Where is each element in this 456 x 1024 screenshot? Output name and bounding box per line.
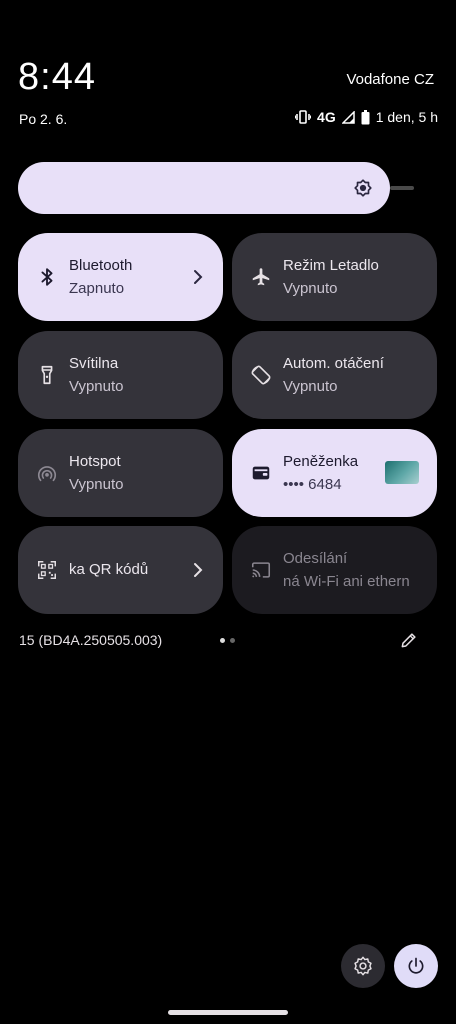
tile-title: Svítilna xyxy=(69,355,119,372)
brightness-icon xyxy=(354,179,372,197)
tile-qr-scanner[interactable]: ka QR kódů xyxy=(18,526,223,614)
status-icons: 4G 1 den, 5 h xyxy=(295,109,438,125)
clock[interactable]: 8:44 xyxy=(18,56,96,99)
tile-title: Autom. otáčení xyxy=(283,355,384,372)
quick-settings-panel: 8:44 Vodafone CZ Po 2. 6. 4G 1 den, 5 h xyxy=(0,0,456,1024)
brightness-track-fill[interactable] xyxy=(18,162,390,214)
tile-auto-rotate[interactable]: Autom. otáčení Vypnuto xyxy=(232,331,437,419)
tile-title: Režim Letadlo xyxy=(283,257,379,274)
battery-icon xyxy=(361,109,370,124)
brightness-track-rest[interactable] xyxy=(390,186,414,190)
build-number[interactable]: 15 (BD4A.250505.003) xyxy=(19,632,162,648)
home-gesture-bar[interactable] xyxy=(168,1010,288,1015)
airplane-icon xyxy=(252,268,270,286)
page-indicator xyxy=(220,638,235,643)
tile-title: ka QR kódů xyxy=(69,561,149,578)
chevron-right-icon[interactable] xyxy=(191,268,205,286)
wallet-icon xyxy=(252,466,270,480)
gear-icon xyxy=(354,956,372,976)
network-type: 4G xyxy=(317,109,336,125)
tile-title: Bluetooth xyxy=(69,257,133,274)
payment-card-image xyxy=(385,461,419,484)
settings-button[interactable] xyxy=(341,944,385,988)
qr-code-icon xyxy=(38,561,56,579)
tile-bluetooth[interactable]: Bluetooth Zapnuto xyxy=(18,233,223,321)
power-icon xyxy=(408,957,424,974)
page-dot-active xyxy=(220,638,225,643)
vibrate-icon xyxy=(295,110,312,124)
brightness-slider[interactable] xyxy=(18,162,418,216)
edit-pencil-icon[interactable] xyxy=(399,630,419,650)
hotspot-icon xyxy=(37,466,57,482)
cast-icon xyxy=(251,562,271,578)
tile-flashlight[interactable]: Svítilna Vypnuto xyxy=(18,331,223,419)
tile-subtitle: •••• 6484 xyxy=(283,476,342,493)
tile-cast[interactable]: Odesílání ná Wi-Fi ani ethern xyxy=(232,526,437,614)
flashlight-icon xyxy=(41,365,53,385)
carrier-name: Vodafone CZ xyxy=(346,71,434,88)
tile-subtitle: Vypnuto xyxy=(283,280,338,297)
battery-text: 1 den, 5 h xyxy=(375,109,438,125)
tile-title: Peněženka xyxy=(283,453,359,470)
page-dot xyxy=(230,638,235,643)
signal-icon xyxy=(341,110,355,124)
chevron-right-icon[interactable] xyxy=(191,561,205,579)
tile-airplane-mode[interactable]: Režim Letadlo Vypnuto xyxy=(232,233,437,321)
tile-wallet[interactable]: Peněženka •••• 6484 xyxy=(232,429,437,517)
bluetooth-icon xyxy=(41,268,53,286)
tile-subtitle: Zapnuto xyxy=(69,280,125,297)
date[interactable]: Po 2. 6. xyxy=(19,111,67,127)
tile-subtitle: Vypnuto xyxy=(283,378,338,395)
tile-title: Odesílání xyxy=(283,550,348,567)
auto-rotate-icon xyxy=(251,365,271,385)
tile-subtitle: ná Wi-Fi ani ethern xyxy=(283,573,410,590)
power-button[interactable] xyxy=(394,944,438,988)
tile-hotspot[interactable]: Hotspot Vypnuto xyxy=(18,429,223,517)
tile-subtitle: Vypnuto xyxy=(69,378,124,395)
tile-title: Hotspot xyxy=(69,453,121,470)
tile-subtitle: Vypnuto xyxy=(69,476,124,493)
